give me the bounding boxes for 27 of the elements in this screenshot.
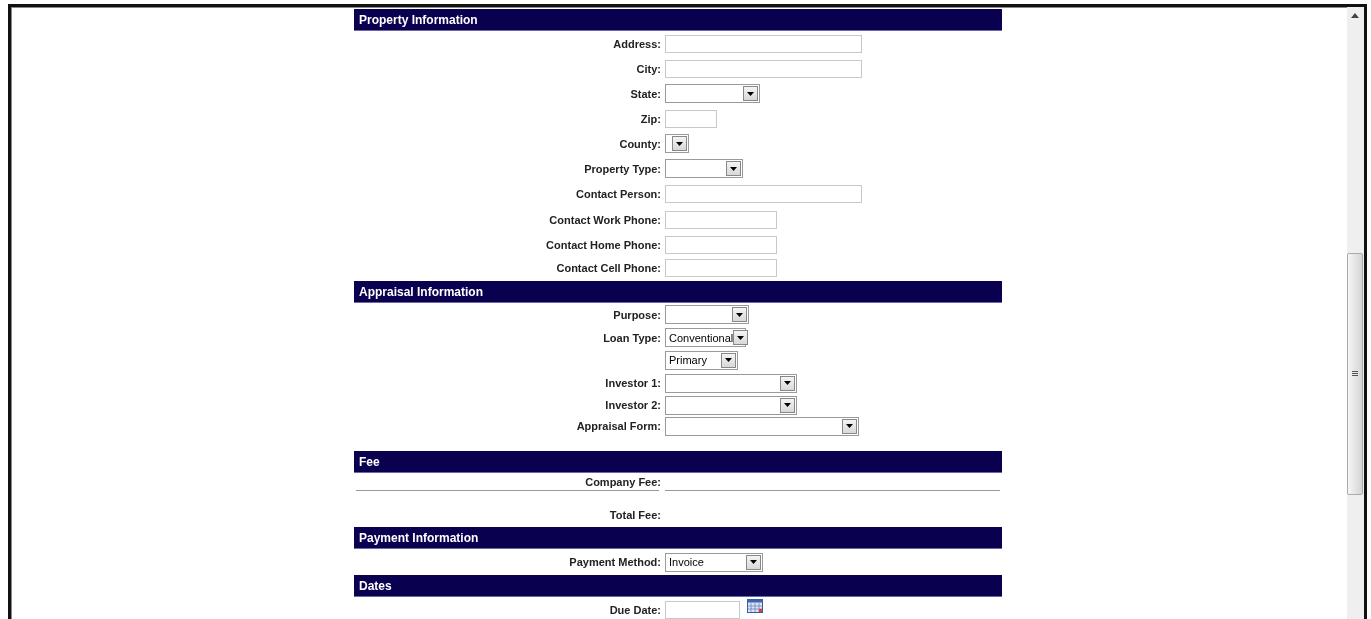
field-label: County:	[619, 137, 661, 150]
section-header: Appraisal Information	[354, 281, 1002, 303]
field-label: Contact Work Phone:	[549, 213, 661, 226]
field-label: Loan Type:	[603, 331, 661, 344]
field-label: Total Fee:	[609, 509, 661, 521]
field-label: Contact Person:	[576, 187, 661, 200]
field-label: Contact Home Phone:	[546, 238, 661, 251]
section-header: Property Information	[354, 9, 1002, 31]
dropdown[interactable]: Conventional	[665, 328, 746, 347]
field-label: Property Type:	[584, 162, 661, 175]
field-label: Company Fee:	[585, 476, 661, 488]
field-label: Investor 1:	[605, 377, 661, 389]
field-label: State:	[630, 87, 661, 100]
section-header: Payment Information	[354, 527, 1002, 549]
section-header: Fee	[354, 451, 1002, 473]
field-label: Appraisal Form:	[576, 420, 661, 432]
field-label: Zip:	[640, 112, 661, 125]
section-header: Dates	[354, 575, 1002, 597]
field-label: Due Date:	[609, 603, 661, 616]
dropdown[interactable]: Invoice	[665, 552, 763, 572]
field-label: Payment Method:	[569, 556, 661, 568]
field-label: Address:	[613, 37, 661, 50]
field-label: Contact Cell Phone:	[556, 261, 661, 274]
dropdown[interactable]: Primary	[665, 350, 738, 370]
field-label: Investor 2:	[605, 399, 661, 411]
field-label: Purpose:	[613, 308, 661, 321]
field-label: City:	[636, 62, 661, 75]
